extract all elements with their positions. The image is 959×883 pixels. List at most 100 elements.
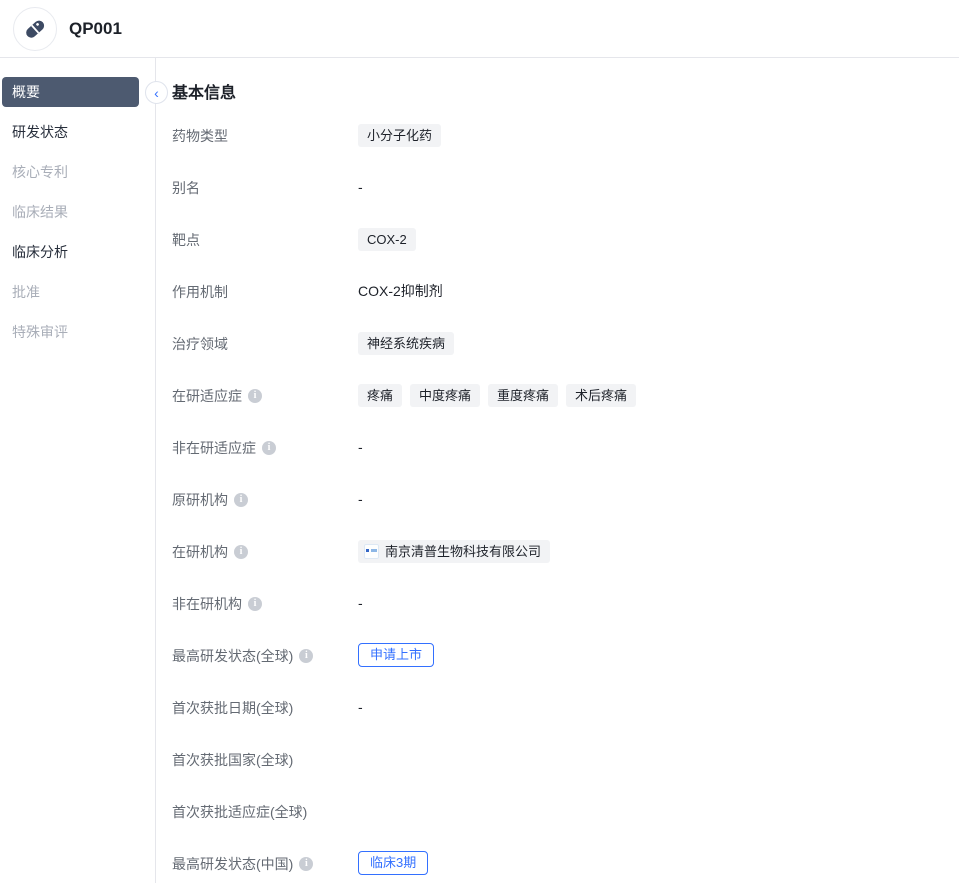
top-header: QP001 xyxy=(0,0,959,58)
field-row: 非在研机构 i - xyxy=(172,591,939,615)
field-value-text: - xyxy=(358,439,363,455)
info-icon[interactable]: i xyxy=(299,649,313,663)
sidebar-item[interactable]: 研发状态 xyxy=(2,117,139,147)
field-value-text: - xyxy=(358,491,363,507)
field-row: 首次获批适应症(全球) xyxy=(172,799,939,823)
sidebar-item[interactable]: 特殊审评 xyxy=(2,317,139,347)
sidebar-item[interactable]: 临床分析 xyxy=(2,237,139,267)
field-value: 小分子化药 xyxy=(358,123,441,147)
sidebar-collapse-button[interactable]: ‹ xyxy=(145,81,168,104)
field-label-wrap: 最高研发状态(全球) i xyxy=(172,643,358,666)
value-tag[interactable]: 中度疼痛 xyxy=(410,384,480,407)
sidebar-item[interactable]: 批准 xyxy=(2,277,139,307)
info-icon[interactable]: i xyxy=(248,597,262,611)
field-value: 临床3期 xyxy=(358,851,428,875)
field-label-wrap: 最高研发状态(中国) i xyxy=(172,851,358,874)
value-tag[interactable]: COX-2 xyxy=(358,228,416,251)
org-logo-icon xyxy=(364,544,379,559)
sidebar-item[interactable]: 概要 xyxy=(2,77,139,107)
field-label: 靶点 xyxy=(172,230,200,250)
field-label-wrap: 作用机制 xyxy=(172,279,358,302)
field-value: COX-2 xyxy=(358,227,416,251)
field-label: 最高研发状态(中国) xyxy=(172,854,293,874)
field-label: 非在研机构 xyxy=(172,594,242,614)
field-row: 非在研适应症 i - xyxy=(172,435,939,459)
field-row: 靶点 COX-2 xyxy=(172,227,939,251)
value-tag[interactable]: 重度疼痛 xyxy=(488,384,558,407)
field-label: 别名 xyxy=(172,178,200,198)
field-value-text: - xyxy=(358,699,363,715)
field-value-text: - xyxy=(358,179,363,195)
field-label: 首次获批国家(全球) xyxy=(172,750,293,770)
field-label: 药物类型 xyxy=(172,126,228,146)
value-tag[interactable]: 神经系统疾病 xyxy=(358,332,454,355)
field-label-wrap: 靶点 xyxy=(172,227,358,250)
field-row: 最高研发状态(全球) i 申请上市 xyxy=(172,643,939,667)
field-row: 在研机构i 南京清普生物科技有限公司 xyxy=(172,539,939,563)
field-row: 作用机制 COX-2抑制剂 xyxy=(172,279,939,303)
chevron-left-icon: ‹ xyxy=(154,85,159,101)
info-icon[interactable]: i xyxy=(262,441,276,455)
status-tag[interactable]: 申请上市 xyxy=(358,643,434,667)
info-icon[interactable]: i xyxy=(234,493,248,507)
field-row: 最高研发状态(中国) i 临床3期 xyxy=(172,851,939,875)
field-label-wrap: 非在研适应症 i xyxy=(172,435,358,458)
main-layout: 概要研发状态核心专利临床结果临床分析批准特殊审评 ‹ 基本信息 药物类型 小分子化… xyxy=(0,58,959,883)
field-label: 最高研发状态(全球) xyxy=(172,646,293,666)
sidebar-item[interactable]: 核心专利 xyxy=(2,157,139,187)
field-value: - xyxy=(358,435,363,459)
field-value: - xyxy=(358,487,363,511)
field-label-wrap: 非在研机构 i xyxy=(172,591,358,614)
field-row: 首次获批国家(全球) xyxy=(172,747,939,771)
field-value-text: COX-2抑制剂 xyxy=(358,281,443,301)
field-label: 作用机制 xyxy=(172,282,228,302)
info-icon[interactable]: i xyxy=(299,857,313,871)
field-value-text: - xyxy=(358,595,363,611)
field-label-wrap: 首次获批适应症(全球) xyxy=(172,799,358,822)
content-panel: 基本信息 药物类型 小分子化药别名 - 靶点 COX-2 作用机制 COX-2抑制剂治疗领域… xyxy=(156,58,959,883)
field-label-wrap: 别名 xyxy=(172,175,358,198)
field-label: 在研适应症 xyxy=(172,386,242,406)
field-value: 神经系统疾病 xyxy=(358,331,454,355)
field-label: 非在研适应症 xyxy=(172,438,256,458)
field-label: 治疗领域 xyxy=(172,334,228,354)
field-value: 申请上市 xyxy=(358,643,434,667)
field-label-wrap: 在研适应症 i xyxy=(172,383,358,406)
field-label: 首次获批日期(全球) xyxy=(172,698,293,718)
page-title: QP001 xyxy=(69,19,122,39)
fields: 药物类型 小分子化药别名 - 靶点 COX-2 作用机制 COX-2抑制剂治疗领域 神经系统疾… xyxy=(172,123,939,875)
field-label-wrap: 治疗领域 xyxy=(172,331,358,354)
value-tag[interactable]: 小分子化药 xyxy=(358,124,441,147)
status-tag[interactable]: 临床3期 xyxy=(358,851,428,875)
field-value: - xyxy=(358,175,363,199)
capsule-icon xyxy=(22,16,48,42)
info-icon[interactable]: i xyxy=(248,389,262,403)
value-tag[interactable]: 术后疼痛 xyxy=(566,384,636,407)
field-value: - xyxy=(358,591,363,615)
field-row: 药物类型 小分子化药 xyxy=(172,123,939,147)
field-label-wrap: 首次获批国家(全球) xyxy=(172,747,358,770)
field-value: 南京清普生物科技有限公司 xyxy=(358,539,550,563)
sidebar: 概要研发状态核心专利临床结果临床分析批准特殊审评 xyxy=(0,58,156,883)
field-value: COX-2抑制剂 xyxy=(358,279,443,303)
field-label: 首次获批适应症(全球) xyxy=(172,802,307,822)
info-icon[interactable]: i xyxy=(234,545,248,559)
value-tag[interactable]: 疼痛 xyxy=(358,384,402,407)
section-title: 基本信息 xyxy=(172,84,939,103)
field-label-wrap: 药物类型 xyxy=(172,123,358,146)
drug-detail-page: QP001 概要研发状态核心专利临床结果临床分析批准特殊审评 ‹ 基本信息 药物… xyxy=(0,0,959,883)
org-name: 南京清普生物科技有限公司 xyxy=(385,543,541,560)
field-row: 原研机构 i - xyxy=(172,487,939,511)
field-label-wrap: 首次获批日期(全球) xyxy=(172,695,358,718)
field-label: 原研机构 xyxy=(172,490,228,510)
field-row: 在研适应症 i 疼痛中度疼痛重度疼痛术后疼痛 xyxy=(172,383,939,407)
field-row: 首次获批日期(全球) - xyxy=(172,695,939,719)
drug-avatar xyxy=(13,7,57,51)
field-row: 治疗领域 神经系统疾病 xyxy=(172,331,939,355)
field-row: 别名 - xyxy=(172,175,939,199)
org-tag[interactable]: 南京清普生物科技有限公司 xyxy=(358,540,550,563)
field-value: - xyxy=(358,695,363,719)
sidebar-item[interactable]: 临床结果 xyxy=(2,197,139,227)
field-label-wrap: 原研机构 i xyxy=(172,487,358,510)
field-label-wrap: 在研机构i xyxy=(172,539,358,562)
